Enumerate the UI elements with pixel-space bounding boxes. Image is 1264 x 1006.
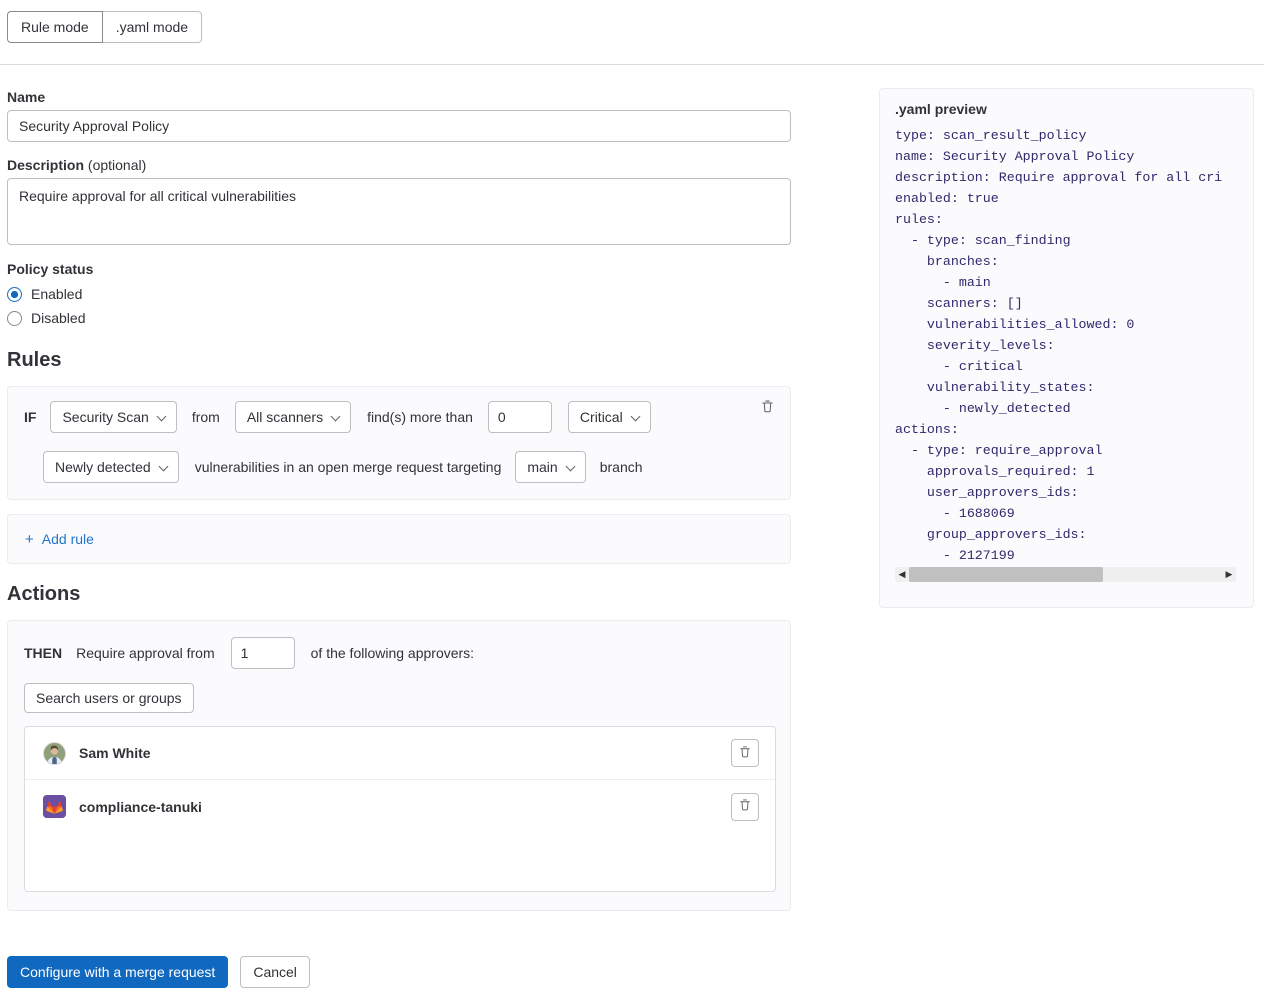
scan-type-dropdown[interactable]: Security Scan xyxy=(50,401,176,433)
chevron-down-icon xyxy=(160,462,170,472)
scan-type-value: Security Scan xyxy=(62,409,148,425)
vulnerability-state-dropdown[interactable]: Newly detected xyxy=(43,451,179,483)
radio-disabled[interactable]: Disabled xyxy=(7,306,791,330)
radio-disabled-label: Disabled xyxy=(31,310,85,326)
chevron-down-icon xyxy=(567,462,577,472)
approver-name: Sam White xyxy=(79,745,151,761)
scroll-left-arrow[interactable]: ◀ xyxy=(895,569,909,580)
severity-dropdown[interactable]: Critical xyxy=(568,401,651,433)
if-label: IF xyxy=(24,409,36,425)
action-card: THEN Require approval from of the follow… xyxy=(7,620,791,911)
policy-editor-page: Rule mode .yaml mode Name Description (o… xyxy=(0,0,1264,1006)
approver-row: Sam White xyxy=(25,727,775,780)
rules-heading: Rules xyxy=(7,348,791,372)
vulnerabilities-allowed-input[interactable] xyxy=(488,401,552,433)
trash-icon xyxy=(738,745,752,762)
rule-card: IF Security Scan from All scanners find(… xyxy=(7,386,791,500)
actions-heading: Actions xyxy=(7,582,791,606)
description-label: Description (optional) xyxy=(7,156,791,174)
yaml-preview-panel: .yaml preview type: scan_result_policy n… xyxy=(879,88,1254,608)
tab-rule-mode[interactable]: Rule mode xyxy=(7,11,103,43)
policy-form: Name Description (optional) Require appr… xyxy=(7,88,791,911)
chevron-down-icon xyxy=(632,412,642,422)
scroll-right-arrow[interactable]: ▶ xyxy=(1222,569,1236,580)
trash-icon xyxy=(738,798,752,815)
yaml-preview-title: .yaml preview xyxy=(895,101,1253,117)
add-rule-label: Add rule xyxy=(42,531,94,547)
branch-dropdown[interactable]: main xyxy=(515,451,585,483)
configure-merge-request-button[interactable]: Configure with a merge request xyxy=(7,956,228,988)
search-users-groups-input[interactable]: Search users or groups xyxy=(24,683,194,713)
radio-enabled-control[interactable] xyxy=(7,287,22,302)
approvals-required-input[interactable] xyxy=(231,637,295,669)
rule-line-1: IF Security Scan from All scanners find(… xyxy=(24,401,774,433)
approver-name: compliance-tanuki xyxy=(79,799,202,815)
add-rule-card: + Add rule xyxy=(7,514,791,564)
branch-value: main xyxy=(527,459,557,475)
chevron-down-icon xyxy=(158,412,168,422)
user-photo-avatar xyxy=(43,742,66,765)
group-tanuki-avatar xyxy=(43,795,66,818)
yaml-preview-content: type: scan_result_policy name: Security … xyxy=(895,125,1254,569)
branch-label: branch xyxy=(600,459,643,475)
from-label: from xyxy=(192,409,220,425)
form-footer: Configure with a merge request Cancel xyxy=(7,956,310,988)
plus-icon: + xyxy=(25,532,34,547)
radio-enabled[interactable]: Enabled xyxy=(7,282,791,306)
scanners-dropdown[interactable]: All scanners xyxy=(235,401,351,433)
scrollbar-thumb[interactable] xyxy=(909,567,1103,582)
then-label: THEN xyxy=(24,645,62,661)
rule-line-2: Newly detected vulnerabilities in an ope… xyxy=(24,451,774,483)
following-approvers-text: of the following approvers: xyxy=(311,645,474,661)
radio-disabled-control[interactable] xyxy=(7,311,22,326)
policy-name-input[interactable] xyxy=(7,110,791,142)
approvers-list: Sam White xyxy=(24,726,776,892)
trash-icon xyxy=(760,399,775,417)
add-rule-button[interactable]: + Add rule xyxy=(25,531,94,547)
merge-request-text: vulnerabilities in an open merge request… xyxy=(195,459,502,475)
severity-value: Critical xyxy=(580,409,623,425)
delete-rule-button[interactable] xyxy=(756,397,778,419)
cancel-button[interactable]: Cancel xyxy=(240,956,310,988)
remove-approver-button[interactable] xyxy=(731,739,759,767)
yaml-horizontal-scrollbar[interactable]: ◀ ▶ xyxy=(895,567,1236,582)
header-divider xyxy=(0,64,1264,65)
mode-toggle-group: Rule mode .yaml mode xyxy=(7,11,202,43)
scanners-value: All scanners xyxy=(247,409,323,425)
policy-description-input[interactable]: Require approval for all critical vulner… xyxy=(7,178,791,245)
remove-approver-button[interactable] xyxy=(731,793,759,821)
finds-more-than-label: find(s) more than xyxy=(367,409,473,425)
radio-enabled-label: Enabled xyxy=(31,286,82,302)
name-label: Name xyxy=(7,88,791,106)
action-line: THEN Require approval from of the follow… xyxy=(24,637,774,669)
scrollbar-track[interactable] xyxy=(909,567,1222,582)
require-approval-text: Require approval from xyxy=(76,645,215,661)
vulnerability-state-value: Newly detected xyxy=(55,459,151,475)
approver-row: compliance-tanuki xyxy=(25,780,775,833)
policy-status-label: Policy status xyxy=(7,260,791,278)
chevron-down-icon xyxy=(332,412,342,422)
tab-yaml-mode[interactable]: .yaml mode xyxy=(102,11,202,43)
description-optional-text: (optional) xyxy=(84,157,146,173)
